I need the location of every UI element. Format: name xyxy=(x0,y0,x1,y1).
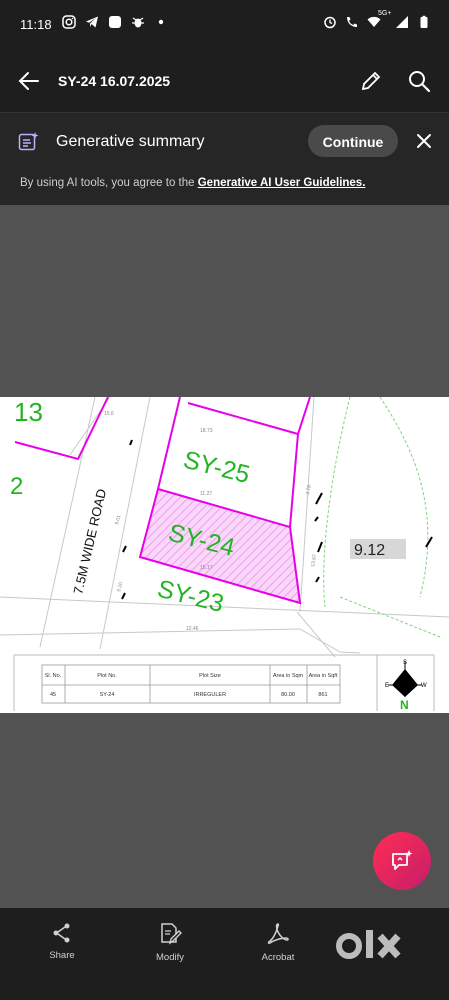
table-header-sl: Sl. No. xyxy=(45,673,62,679)
table-cell-area-sqft: 861 xyxy=(318,692,327,698)
ai-notice-text: By using AI tools, you agree to the xyxy=(20,177,198,189)
document-page[interactable]: 18.73 11.27 15.17 12.46 9.01 5.10 3.78 1… xyxy=(0,397,449,713)
dot-icon xyxy=(158,19,164,25)
status-bar: 11:18 5G+ xyxy=(0,0,449,50)
svg-text:18.73: 18.73 xyxy=(200,428,213,434)
close-icon[interactable] xyxy=(414,131,434,151)
road-label: 7.5M WIDE ROAD xyxy=(70,487,109,595)
ai-guidelines-link[interactable]: Generative AI User Guidelines. xyxy=(198,177,366,189)
compass-rose: S E W N xyxy=(385,660,427,712)
compass-e: E xyxy=(385,683,389,689)
plot-label-fragment: 2 xyxy=(10,473,23,500)
compass-s: S xyxy=(403,660,407,666)
table-cell-plot-no: SY-24 xyxy=(100,692,115,698)
share-icon xyxy=(53,923,70,943)
gesture-bar xyxy=(0,976,449,1000)
watermark-text: olx xyxy=(336,928,338,929)
status-icons-right: 5G+ xyxy=(323,10,431,29)
svg-text:15.6: 15.6 xyxy=(104,411,114,417)
svg-text:9.01: 9.01 xyxy=(114,514,122,525)
table-header-area-sqm: Area in Sqm xyxy=(273,673,304,679)
svg-text:5.10: 5.10 xyxy=(116,581,124,592)
telegram-icon xyxy=(86,16,98,28)
table-cell-plot-size: IRREGULER xyxy=(194,692,226,698)
table-header-plot-size: Plot Size xyxy=(199,673,221,679)
signal-icon xyxy=(396,16,408,28)
instagram-icon xyxy=(62,15,76,29)
share-label: Share xyxy=(49,950,75,961)
generative-summary-title: Generative summary xyxy=(56,133,205,150)
acrobat-label: Acrobat xyxy=(261,952,295,963)
ai-assistant-button[interactable] xyxy=(373,832,431,890)
alarm-icon xyxy=(324,16,336,29)
network-type: 5G+ xyxy=(378,10,392,17)
wifi-group: 5G+ xyxy=(367,10,391,29)
svg-text:12.46: 12.46 xyxy=(186,626,199,632)
compass-w: W xyxy=(421,683,427,689)
back-arrow-icon[interactable] xyxy=(16,68,42,94)
document-title: SY-24 16.07.2025 xyxy=(58,73,171,89)
app-bar: SY-24 16.07.2025 xyxy=(0,50,449,112)
modify-label: Modify xyxy=(156,952,184,963)
table-header-plot-no: Plot No. xyxy=(97,673,117,679)
wifi-call-icon xyxy=(347,17,357,27)
plot-label-sy23: SY-23 xyxy=(155,575,227,618)
compass-n: N xyxy=(400,698,409,712)
modify-icon xyxy=(161,923,182,945)
svg-text:3.78: 3.78 xyxy=(305,485,313,496)
side-dimension: 9.12 xyxy=(354,542,385,559)
olx-watermark: olx xyxy=(336,928,401,959)
pencil-icon[interactable] xyxy=(359,69,383,93)
ai-chat-icon xyxy=(392,850,413,870)
plot-label-13: 13 xyxy=(14,397,43,427)
plot-label-sy25: SY-25 xyxy=(181,446,253,489)
ai-guidelines-notice: By using AI tools, you agree to the Gene… xyxy=(20,177,365,189)
table-cell-area-sqm: 80.00 xyxy=(281,692,295,698)
table-cell-sl: 45 xyxy=(50,692,56,698)
wifi-icon xyxy=(367,16,381,27)
app-icon xyxy=(109,16,121,28)
table-header-area-sqft: Area in Sqft xyxy=(309,673,338,679)
svg-text:11.27: 11.27 xyxy=(200,491,212,497)
status-icons-left xyxy=(62,15,168,29)
share-button[interactable]: Share xyxy=(27,922,97,961)
generative-summary-banner: Generative summary Continue By using AI … xyxy=(0,112,449,205)
bug-icon xyxy=(132,17,144,28)
acrobat-button[interactable]: Acrobat xyxy=(243,922,313,963)
search-icon[interactable] xyxy=(406,68,432,94)
bottom-toolbar: Share Modify Acrobat olx xyxy=(0,908,449,976)
site-plan-drawing: 18.73 11.27 15.17 12.46 9.01 5.10 3.78 1… xyxy=(0,397,449,712)
status-time: 11:18 xyxy=(20,17,52,32)
continue-button[interactable]: Continue xyxy=(308,125,398,157)
acrobat-icon xyxy=(267,923,289,944)
svg-text:15.17: 15.17 xyxy=(200,565,213,571)
battery-icon xyxy=(420,15,428,28)
generative-summary-icon xyxy=(18,132,39,151)
svg-text:13.67: 13.67 xyxy=(310,554,318,568)
modify-button[interactable]: Modify xyxy=(135,922,205,963)
